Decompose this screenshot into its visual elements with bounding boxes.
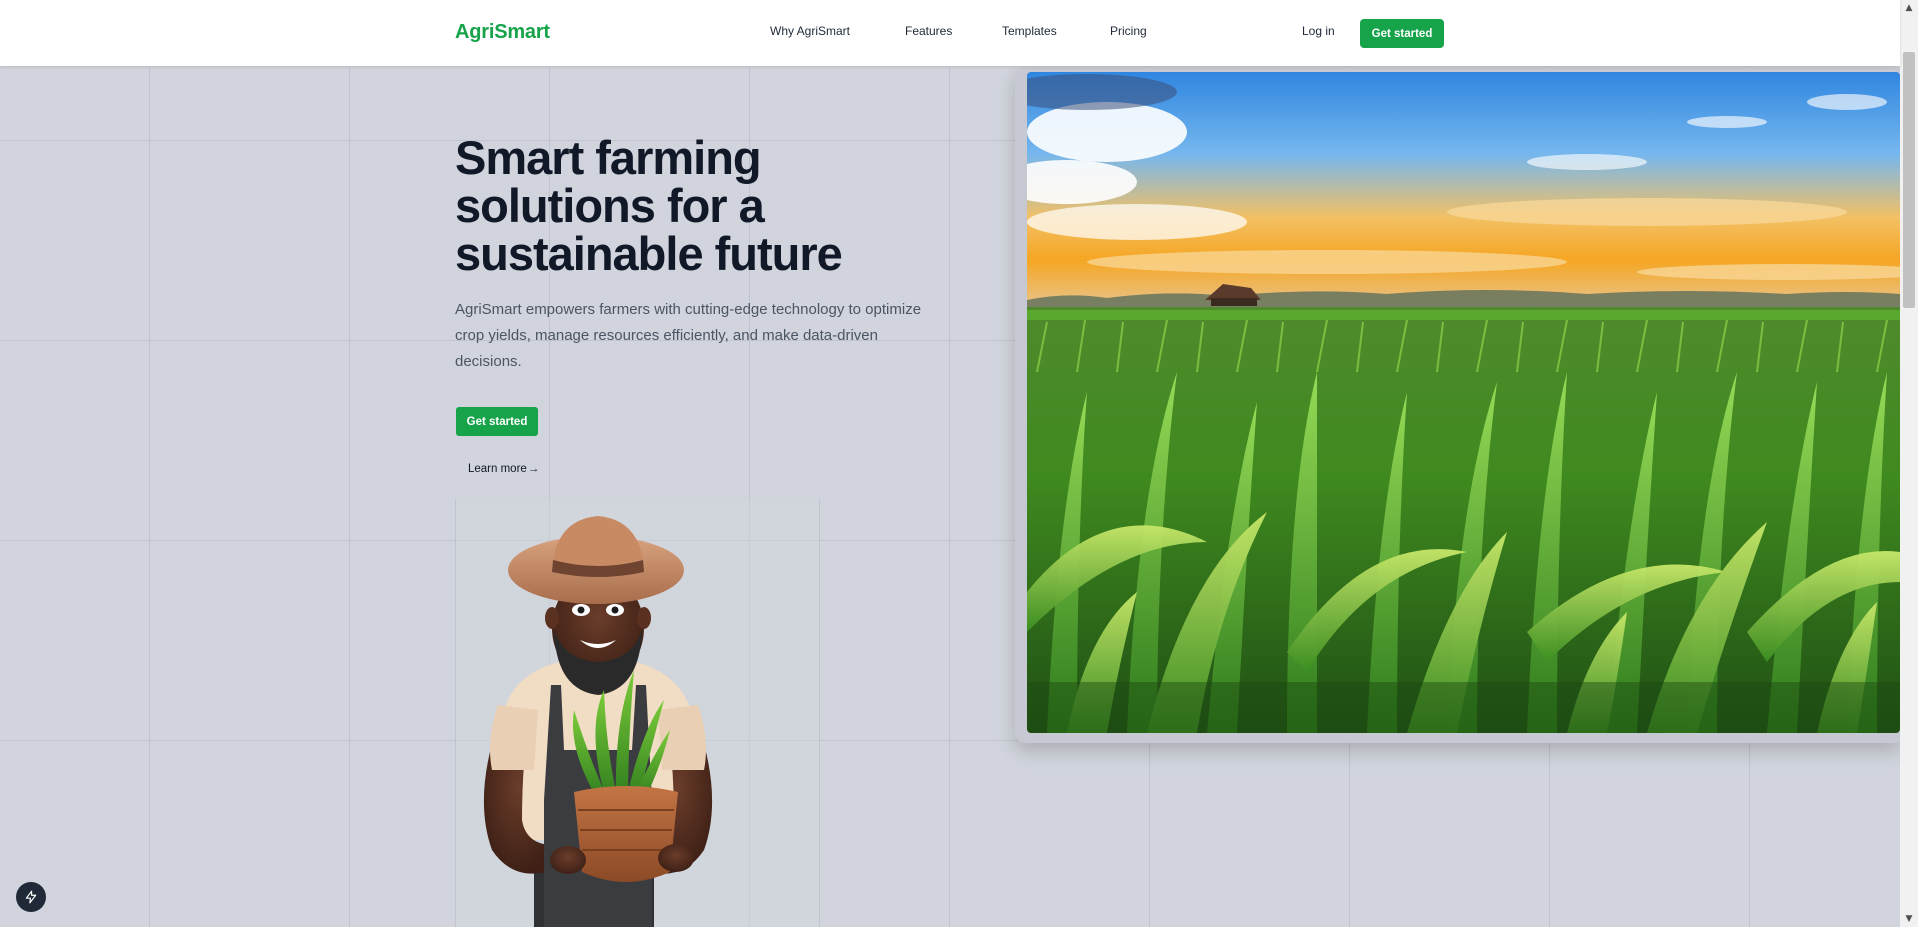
lightning-bolt-icon bbox=[25, 890, 37, 904]
scroll-up-arrow-icon[interactable]: ▲ bbox=[1900, 0, 1918, 16]
scroll-down-arrow-icon[interactable]: ▼ bbox=[1900, 911, 1918, 927]
hero-title: Smart farming solutions for a sustainabl… bbox=[455, 131, 843, 280]
scroll-thumb[interactable] bbox=[1903, 52, 1915, 308]
farmer-card bbox=[455, 500, 820, 927]
arrow-right-icon: → bbox=[527, 463, 540, 475]
farmer-with-basket-illustration bbox=[483, 516, 713, 927]
nav-link-templates[interactable]: Templates bbox=[1002, 24, 1057, 38]
nav-link-features[interactable]: Features bbox=[905, 24, 952, 38]
learn-more-label: Learn more bbox=[468, 463, 527, 475]
brand-logo[interactable]: AgriSmart bbox=[455, 21, 550, 44]
hero-image-frame bbox=[1015, 67, 1900, 743]
cornfield-sunset-image bbox=[1027, 72, 1900, 733]
top-navbar: AgriSmart Why AgriSmart Features Templat… bbox=[0, 0, 1900, 66]
hero-get-started-button[interactable]: Get started bbox=[456, 407, 538, 436]
nav-link-why-agrismart[interactable]: Why AgriSmart bbox=[770, 24, 850, 38]
nav-link-pricing[interactable]: Pricing bbox=[1110, 24, 1147, 38]
hero-subtitle: AgriSmart empowers farmers with cutting-… bbox=[455, 301, 922, 370]
learn-more-link[interactable]: Learn more→ bbox=[468, 463, 539, 475]
nav-get-started-button[interactable]: Get started bbox=[1360, 19, 1444, 48]
floating-action-button[interactable] bbox=[16, 882, 46, 912]
login-link[interactable]: Log in bbox=[1302, 24, 1335, 38]
page-scrollbar[interactable]: ▲ ▼ bbox=[1900, 0, 1918, 927]
